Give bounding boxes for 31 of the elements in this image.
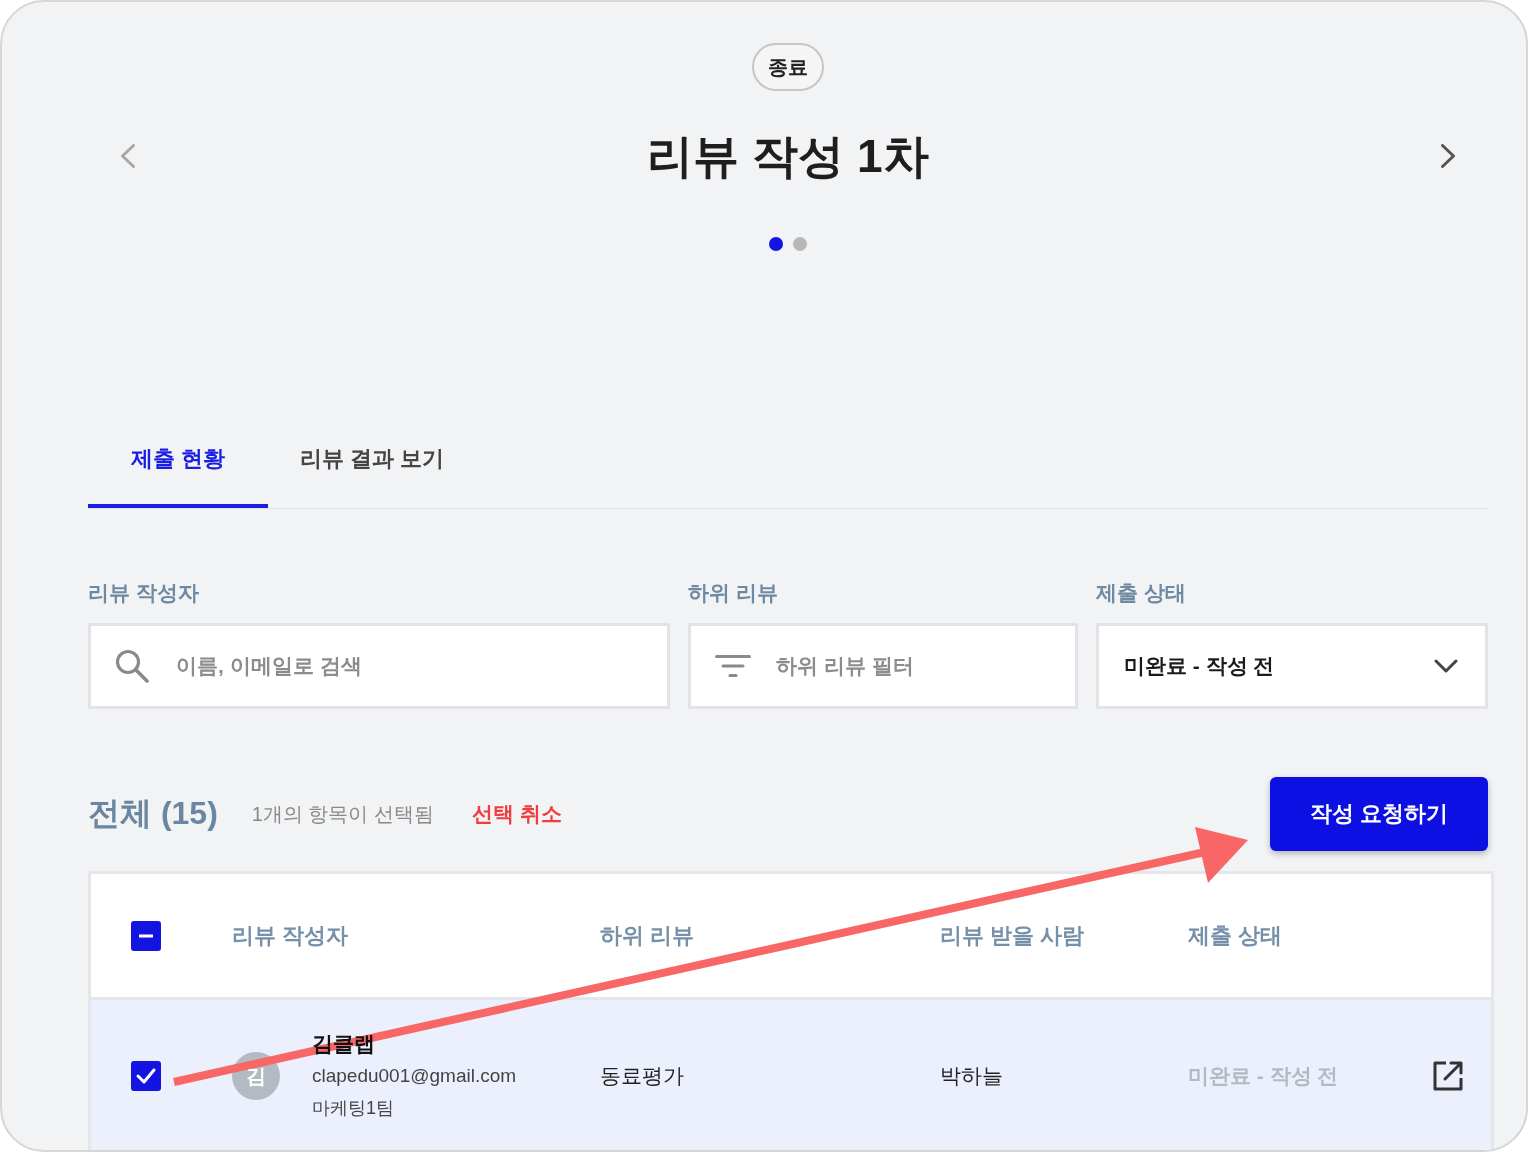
pager-dot-icon[interactable] [769,237,783,251]
status-select[interactable]: 미완료 - 작성 전 [1096,623,1488,709]
select-all-checkbox[interactable] [131,920,161,951]
search-field[interactable]: 이름, 이메일로 검색 [88,623,670,709]
status-badge: 종료 [752,43,824,91]
page-title: 리뷰 작성 1차 [647,129,929,184]
pager-dot-icon[interactable] [793,237,807,251]
filter-label: 하위 리뷰 [688,580,778,606]
column-header: 리뷰 받을 사람 [940,921,1086,950]
column-header: 제출 상태 [1188,921,1284,950]
row-checkbox[interactable] [131,1061,161,1091]
chevron-right-icon[interactable] [1441,144,1455,168]
column-header: 리뷰 작성자 [232,921,350,950]
column-header: 하위 리뷰 [600,921,696,950]
filter-icon [715,655,751,677]
filter-label: 제출 상태 [1096,580,1186,606]
author-email: clapedu001@gmail.com [312,1064,517,1088]
tab[interactable]: 리뷰 결과 보기 [268,444,477,508]
total-count: 전체 (15) [88,794,218,833]
author-team: 마케팅1팀 [312,1097,394,1120]
search-icon [115,649,149,683]
table-cell-text: 동료평가 [600,1063,685,1089]
tab[interactable]: 제출 현황 [88,444,268,508]
chevron-down-icon [1434,659,1458,673]
table-cell-text: 박하늘 [940,1063,1004,1089]
external-link-icon[interactable] [1432,1060,1464,1092]
filter-field[interactable]: 하위 리뷰 필터 [688,623,1078,709]
status-cell-text: 미완료 - 작성 전 [1188,1063,1340,1089]
selection-count: 1개의 항목이 선택됨 [251,801,435,827]
filter-label: 리뷰 작성자 [88,580,199,606]
request-button[interactable]: 작성 요청하기 [1270,777,1488,851]
